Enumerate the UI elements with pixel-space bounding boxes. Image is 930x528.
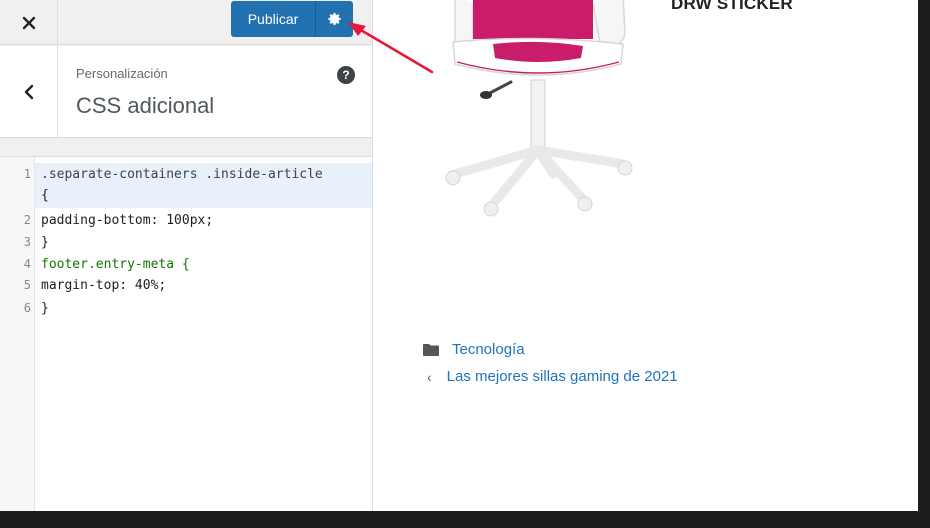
product-title: DRW STICKER <box>671 0 793 13</box>
line-number-gutter <box>0 157 35 511</box>
line-number: 6 <box>23 301 31 315</box>
breadcrumb: Personalización <box>76 66 168 81</box>
line-number: 3 <box>23 235 31 249</box>
previous-post-nav: ‹ Las mejores sillas gaming de 2021 <box>427 368 678 385</box>
chevron-left-icon: ‹ <box>427 368 432 385</box>
code-text: padding-bottom: 100px; <box>41 213 214 228</box>
code-text: } <box>41 301 49 316</box>
code-text: } <box>41 235 49 250</box>
site-preview: DRW STICKER Tecnología ‹ Las mejores sil… <box>373 0 918 511</box>
folder-icon <box>423 343 439 356</box>
publish-button[interactable]: Publicar <box>231 1 315 37</box>
code-text: { <box>41 188 49 203</box>
close-customizer-button[interactable] <box>0 0 58 45</box>
customizer-topbar: Publicar <box>0 0 372 45</box>
close-icon <box>22 16 35 29</box>
previous-post-link[interactable]: Las mejores sillas gaming de 2021 <box>447 368 678 385</box>
help-icon[interactable]: ? <box>337 66 355 84</box>
css-code-editor[interactable]: 1 .separate-containers .inside-article {… <box>0 156 372 511</box>
customizer-sidebar: Publicar Personalización CSS adicional ? <box>0 0 373 511</box>
gear-icon <box>327 12 341 26</box>
publish-settings-button[interactable] <box>315 1 353 37</box>
code-text: margin-top: 40%; <box>41 278 167 293</box>
line-number: 4 <box>23 257 31 271</box>
customizer-window: Publicar Personalización CSS adicional ? <box>0 0 930 528</box>
category-link[interactable]: Tecnología <box>452 341 525 358</box>
line-number: 2 <box>23 213 31 227</box>
publish-button-group: Publicar <box>231 1 353 37</box>
code-text: footer.entry-meta { <box>41 257 190 272</box>
line-number: 1 <box>23 167 31 181</box>
section-header: Personalización CSS adicional ? <box>0 46 372 138</box>
post-category-row: Tecnología <box>423 341 525 358</box>
product-image <box>445 0 633 217</box>
line-number: 5 <box>23 278 31 292</box>
back-button[interactable] <box>0 46 58 138</box>
code-text: .separate-containers .inside-article <box>41 167 323 182</box>
chevron-left-icon <box>24 84 33 100</box>
section-title: CSS adicional <box>76 93 215 118</box>
